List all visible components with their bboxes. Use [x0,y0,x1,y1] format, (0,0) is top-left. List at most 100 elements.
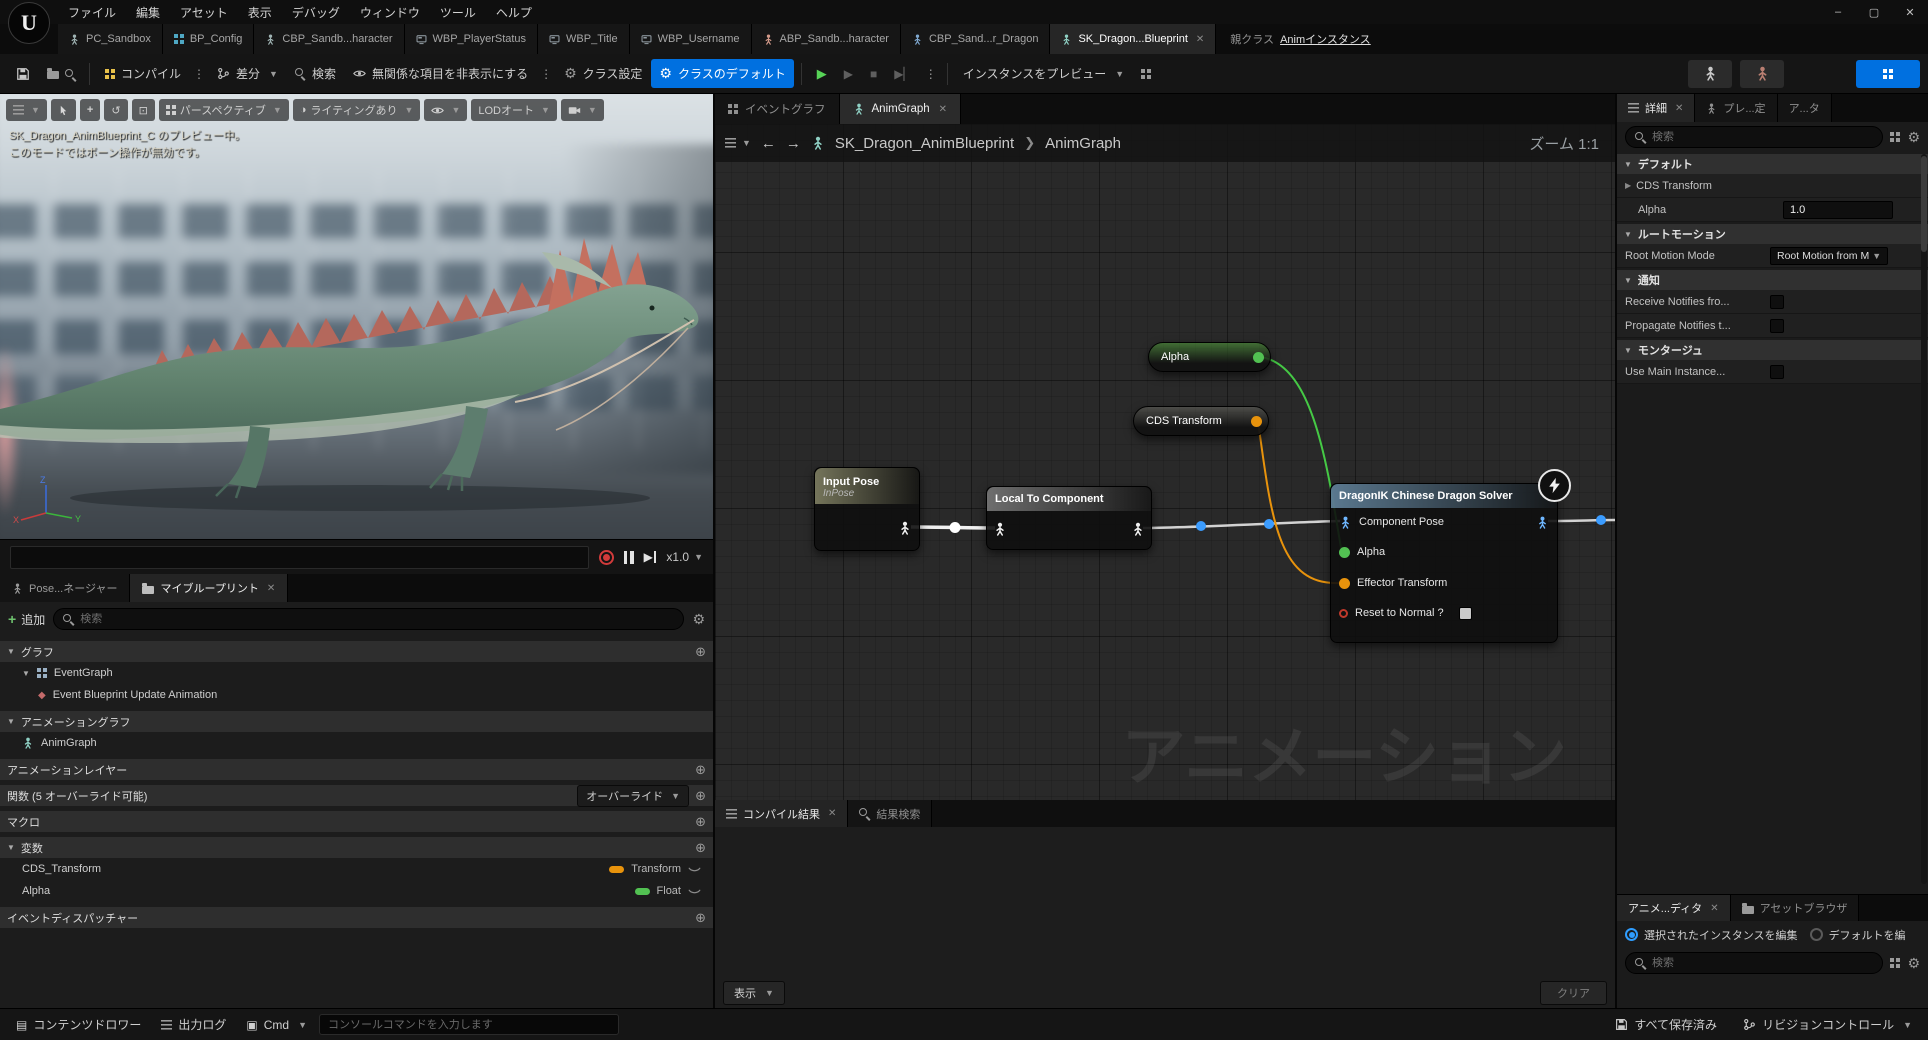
asset-tab-wbp-title[interactable]: WBP_Title [538,24,630,54]
show-flags-dropdown[interactable]: ▼ [424,99,467,121]
add-button[interactable]: +追加 [8,611,45,628]
row-eventgraph[interactable]: ▼EventGraph [0,662,713,684]
back-button[interactable]: ← [761,135,776,152]
row-use-main-instance[interactable]: Use Main Instance... [1617,360,1928,384]
tab-my-blueprint[interactable]: マイブループリント ✕ [130,574,288,602]
add-function-icon[interactable]: ⊕ [695,788,706,804]
edit-defaults-radio[interactable] [1810,928,1823,941]
add-variable-icon[interactable]: ⊕ [695,840,706,856]
details-search-input[interactable] [1652,131,1873,143]
menu-asset[interactable]: アセット [170,4,238,21]
eject-button[interactable]: ▶▏ [886,61,920,87]
row-variable-cds-transform[interactable]: CDS_Transform Transform [0,858,713,880]
propagate-notifies-checkbox[interactable] [1770,319,1784,333]
perspective-dropdown[interactable]: パースペクティブ▼ [159,99,289,121]
section-functions[interactable]: 関数 (5 オーバーライド可能) オーバーライド▼ ⊕ [0,785,713,806]
lod-dropdown[interactable]: LODオート▼ [471,99,557,121]
clear-button[interactable]: クリア [1540,981,1607,1005]
node-alpha-getter[interactable]: Alpha [1148,342,1271,372]
float-output-pin[interactable] [1253,352,1264,363]
class-settings-button[interactable]: ⚙ クラス設定 [556,59,650,88]
section-macros[interactable]: マクロ⊕ [0,811,713,832]
details-scrollbar[interactable] [1921,154,1927,884]
cmd-dropdown[interactable]: ▣ Cmd▼ [238,1013,315,1037]
tab-close-icon[interactable]: ✕ [1196,34,1204,45]
console-command-input[interactable] [328,1019,610,1031]
menu-view[interactable]: 表示 [238,4,282,21]
preview-instance-dropdown[interactable]: インスタンスをプレビュー▼ [955,59,1132,88]
section-animation-graphs[interactable]: ▼アニメーショングラフ [0,711,713,732]
preview-search[interactable] [1625,952,1883,974]
pose-input-pin[interactable] [993,522,1007,536]
menu-help[interactable]: ヘルプ [486,4,542,21]
revision-control-button[interactable]: リビジョンコントロール▼ [1735,1011,1920,1038]
asset-tab-cbp-character[interactable]: CBP_Sandb...haracter [254,24,404,54]
add-layer-icon[interactable]: ⊕ [695,762,706,778]
eye-closed-icon[interactable] [688,863,701,876]
node-dragonik-solver[interactable]: DragonIK Chinese Dragon Solver Component… [1330,483,1558,643]
breadcrumb-root[interactable]: SK_Dragon_AnimBlueprint [835,135,1014,152]
row-animgraph[interactable]: AnimGraph [0,732,713,754]
section-default[interactable]: ▼デフォルト [1617,154,1928,174]
use-main-instance-checkbox[interactable] [1770,365,1784,379]
asset-tab-cbp-dragon[interactable]: CBP_Sand...r_Dragon [901,24,1050,54]
pose-input-pin[interactable] [1339,516,1352,529]
section-graphs[interactable]: ▼グラフ⊕ [0,641,713,662]
pause-button[interactable] [624,551,634,564]
tab-close-icon[interactable]: ✕ [939,104,947,115]
row-root-motion-mode[interactable]: Root Motion Mode Root Motion from M▼ [1617,244,1928,268]
parent-class-link[interactable]: Animインスタンス [1280,31,1371,47]
menu-edit[interactable]: 編集 [126,4,170,21]
display-filter-icon[interactable] [1890,958,1900,968]
menu-tools[interactable]: ツール [430,4,486,21]
details-search[interactable] [1625,126,1883,148]
menu-file[interactable]: ファイル [58,4,126,21]
row-variable-alpha[interactable]: Alpha Float [0,880,713,902]
tab-pose-watch-manager[interactable]: Pose...ネージャー [0,574,130,602]
section-root-motion[interactable]: ▼ルートモーション [1617,224,1928,244]
browse-to-asset-button[interactable] [39,62,82,85]
preview-mesh-button[interactable] [1688,60,1732,88]
record-button[interactable] [599,550,614,565]
row-alpha[interactable]: Alpha 1.0 [1617,198,1928,222]
play-button[interactable]: ▶ [809,60,835,88]
section-notifies[interactable]: ▼通知 [1617,270,1928,290]
node-local-to-component[interactable]: Local To Component [986,486,1152,550]
preview-search-input[interactable] [1652,957,1873,969]
breadcrumb-current[interactable]: AnimGraph [1045,135,1121,152]
pose-output-pin[interactable] [1536,516,1549,529]
bookmark-dropdown[interactable]: ▼ [725,138,751,148]
asset-tab-bp-config[interactable]: BP_Config [163,24,255,54]
content-drawer-button[interactable]: ▤ コンテンツドロワー [8,1011,149,1038]
compile-options-icon[interactable]: ⋮ [190,67,208,81]
hide-unrelated-button[interactable]: 無関係な項目を非表示にする [345,59,536,88]
root-motion-mode-dropdown[interactable]: Root Motion from M▼ [1770,247,1888,265]
tab-animgraph-document[interactable]: AnimGraph ✕ [840,94,962,124]
transform-input-pin[interactable] [1339,578,1350,589]
pose-output-pin[interactable] [1131,522,1145,536]
tab-close-icon[interactable]: ✕ [267,583,275,594]
animgraph-canvas[interactable]: アニメーション Alpha CDS Transform [715,124,1615,800]
row-cds-transform[interactable]: ▶ CDS Transform [1617,174,1928,198]
camera-dropdown[interactable]: ▼ [561,99,604,121]
scale-tool-button[interactable]: ⊡ [132,99,155,121]
edit-selected-instance-radio[interactable] [1625,928,1638,941]
receive-notifies-checkbox[interactable] [1770,295,1784,309]
section-variables[interactable]: ▼変数⊕ [0,837,713,858]
add-macro-icon[interactable]: ⊕ [695,814,706,830]
hide-unrelated-options-icon[interactable]: ⋮ [537,67,555,81]
details-settings-icon[interactable]: ⚙ [1907,129,1920,146]
asset-tab-wbp-playerstatus[interactable]: WBP_PlayerStatus [405,24,539,54]
skeleton-button[interactable] [1740,60,1784,88]
node-input-pose[interactable]: Input Pose InPose [814,467,920,551]
my-blueprint-search-input[interactable] [80,613,674,625]
tab-preview-settings[interactable]: プレ...定 [1695,94,1777,122]
frame-skip-button[interactable]: ▶ [836,61,861,87]
lit-mode-dropdown[interactable]: ◑ライティングあり▼ [293,99,421,121]
settings-gear-icon[interactable]: ⚙ [692,611,705,628]
add-dispatcher-icon[interactable]: ⊕ [695,910,706,926]
playback-speed-dropdown[interactable]: x1.0▼ [666,550,703,564]
minimize-button[interactable]: – [1820,0,1856,24]
tab-anim-preview-editor[interactable]: アニメ...ディタ ✕ [1617,895,1731,921]
diff-button[interactable]: 差分▼ [209,59,286,88]
